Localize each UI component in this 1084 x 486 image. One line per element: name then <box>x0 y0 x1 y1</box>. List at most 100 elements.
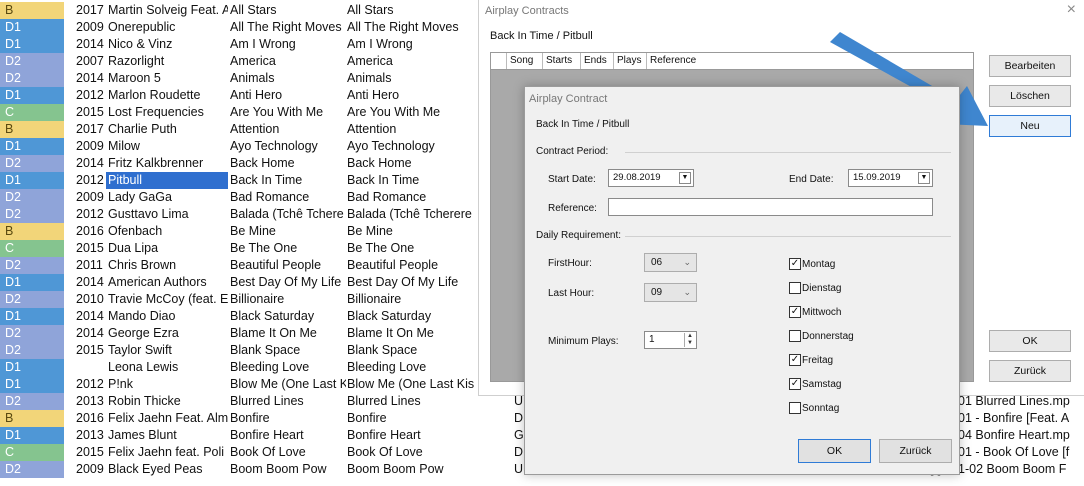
title-cell: Blow Me (One Last K <box>230 377 346 391</box>
category-cell: C <box>0 240 64 257</box>
new-button[interactable]: Neu <box>989 115 1071 137</box>
empty-checkbox-icon[interactable] <box>789 402 801 414</box>
year-cell: 2013 <box>76 394 104 408</box>
category-cell: D1 <box>0 427 64 444</box>
minimum-plays-value: 1 <box>649 334 655 345</box>
category-cell: B <box>0 223 64 240</box>
year-cell: 2014 <box>76 37 104 51</box>
title2-cell: Blurred Lines <box>347 394 421 408</box>
title-cell: America <box>230 54 276 68</box>
year-cell: 2014 <box>76 71 104 85</box>
category-cell: D1 <box>0 138 64 155</box>
category-cell: B <box>0 121 64 138</box>
category-cell: D1 <box>0 19 64 36</box>
category-cell: B <box>0 410 64 427</box>
checkbox-label: Freitag <box>802 355 834 366</box>
title-cell: Animals <box>230 71 275 85</box>
checkmark-icon[interactable]: ✓ <box>789 258 801 270</box>
category-cell: D2 <box>0 257 64 274</box>
start-date-label: Start Date: <box>548 174 596 185</box>
year-cell: 2011 <box>76 258 103 272</box>
year-cell: 2015 <box>76 445 104 459</box>
end-date-value: 15.09.2019 <box>853 172 901 183</box>
close-icon[interactable]: × <box>1067 1 1076 19</box>
back-button[interactable]: Zurück <box>989 360 1071 382</box>
column-header-plays[interactable]: Plays <box>613 53 646 69</box>
dropdown-arrow-icon[interactable]: ▼ <box>918 172 930 184</box>
category-cell: D1 <box>0 308 64 325</box>
last-hour-value: 09 <box>651 287 663 298</box>
checkmark-icon[interactable]: ✓ <box>789 354 801 366</box>
artist-cell: Razorlight <box>108 54 165 68</box>
year-cell: 2017 <box>76 3 104 17</box>
title2-cell: Attention <box>347 122 397 136</box>
artist-cell: Felix Jaehn Feat. Alm <box>108 411 228 425</box>
title2-cell: Blame It On Me <box>347 326 434 340</box>
title-cell: Bonfire Heart <box>230 428 304 442</box>
artist-cell: James Blunt <box>108 428 177 442</box>
year-cell: 2014 <box>76 326 104 340</box>
dropdown-arrow-icon[interactable]: ▼ <box>679 172 691 184</box>
category-cell: D2 <box>0 342 64 359</box>
empty-checkbox-icon[interactable] <box>789 330 801 342</box>
column-header-song[interactable]: Song <box>506 53 542 69</box>
minimum-plays-label: Minimum Plays: <box>548 336 619 347</box>
start-date-picker[interactable]: 29.08.2019 ▼ <box>608 169 694 187</box>
ok-button[interactable]: OK <box>989 330 1071 352</box>
title-cell: Am I Wrong <box>230 37 296 51</box>
category-cell: D1 <box>0 172 64 189</box>
dialog-back-button[interactable]: Zurück <box>879 439 952 463</box>
column-header-starts[interactable]: Starts <box>542 53 580 69</box>
category-cell: D2 <box>0 291 64 308</box>
title2-cell: Bleeding Love <box>347 360 427 374</box>
year-cell: 2009 <box>76 139 104 153</box>
year-cell: 2016 <box>76 224 104 238</box>
edit-button[interactable]: Bearbeiten <box>989 55 1071 77</box>
last-hour-select[interactable]: 09 ⌄ <box>644 283 697 302</box>
reference-input[interactable] <box>608 198 933 216</box>
year-cell: 2012 <box>76 207 104 221</box>
title2-cell: Back Home <box>347 156 412 170</box>
year-cell: 2012 <box>76 88 104 102</box>
year-cell: 2009 <box>76 20 104 34</box>
title-cell: Back In Time <box>230 173 303 187</box>
artist-cell: Nico & Vinz <box>108 37 173 51</box>
artist-cell: Lost Frequencies <box>108 105 204 119</box>
title-cell: Are You With Me <box>230 105 324 119</box>
category-cell: D2 <box>0 189 64 206</box>
end-date-picker[interactable]: 15.09.2019 ▼ <box>848 169 933 187</box>
filename-cell: 01 - Bonfire [Feat. A <box>958 411 1070 425</box>
first-hour-select[interactable]: 06 ⌄ <box>644 253 697 272</box>
year-cell: 2014 <box>76 275 104 289</box>
checkmark-icon[interactable]: ✓ <box>789 378 801 390</box>
checkmark-icon[interactable]: ✓ <box>789 306 801 318</box>
title-cell: Bleeding Love <box>230 360 310 374</box>
artist-cell: Mando Diao <box>108 309 176 323</box>
category-cell: D2 <box>0 155 64 172</box>
column-header-ends[interactable]: Ends <box>580 53 613 69</box>
filename-cell: 04 Bonfire Heart.mp <box>958 428 1070 442</box>
title2-cell: Am I Wrong <box>347 37 413 51</box>
title-cell: Ayo Technology <box>230 139 318 153</box>
artist-cell: Gusttavo Lima <box>108 207 189 221</box>
empty-checkbox-icon[interactable] <box>789 282 801 294</box>
year-cell: 2014 <box>76 156 104 170</box>
first-hour-label: FirstHour: <box>548 258 592 269</box>
dialog-title: Airplay Contract <box>529 93 608 105</box>
checkbox-label: Sonntag <box>802 403 840 414</box>
category-cell: D2 <box>0 206 64 223</box>
title2-cell: Boom Boom Pow <box>347 462 444 476</box>
title-cell: Be The One <box>230 241 298 255</box>
stepper-arrows-icon[interactable]: ▲ ▼ <box>684 333 695 347</box>
checkbox-label: Samstag <box>802 379 842 390</box>
title2-cell: America <box>347 54 393 68</box>
minimum-plays-stepper[interactable]: 1 ▲ ▼ <box>644 331 697 349</box>
delete-button[interactable]: Löschen <box>989 85 1071 107</box>
category-cell: B <box>0 2 64 19</box>
title-cell: Back Home <box>230 156 295 170</box>
title-cell: Bad Romance <box>230 190 310 204</box>
title2-cell: Black Saturday <box>347 309 432 323</box>
dialog-ok-button[interactable]: OK <box>798 439 871 463</box>
artist-cell: Taylor Swift <box>108 343 172 357</box>
title-cell: Beautiful People <box>230 258 322 272</box>
